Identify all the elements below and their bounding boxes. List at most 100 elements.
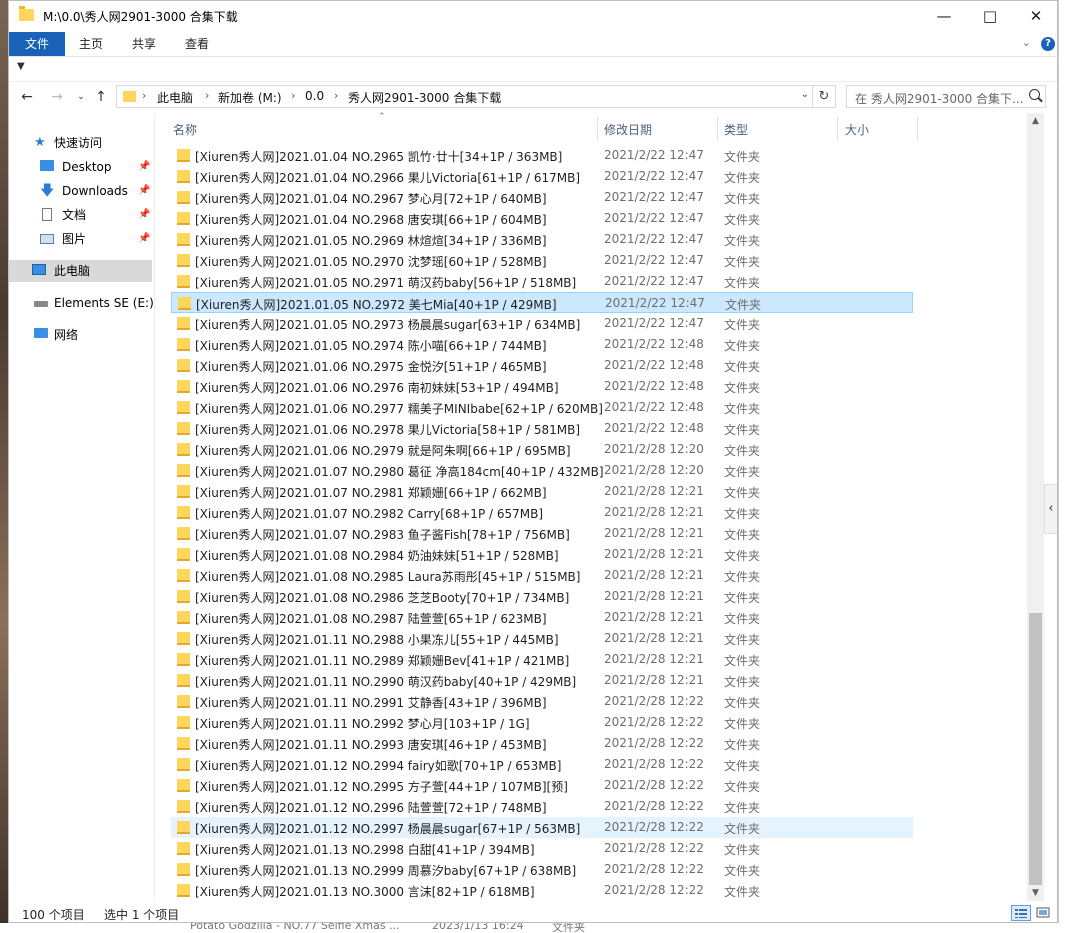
- table-row[interactable]: [Xiuren秀人网]2021.01.05 NO.2972 美七Mia[40+1…: [171, 292, 913, 313]
- table-row[interactable]: [Xiuren秀人网]2021.01.06 NO.2979 就是阿朱啊[66+1…: [171, 439, 913, 460]
- table-row[interactable]: [Xiuren秀人网]2021.01.13 NO.2998 白甜[41+1P /…: [171, 838, 913, 859]
- file-name: [Xiuren秀人网]2021.01.11 NO.2993 唐安琪[46+1P …: [195, 738, 547, 752]
- expand-pane-button[interactable]: ‹: [1044, 484, 1057, 534]
- nav-this-pc[interactable]: 此电脑: [9, 260, 152, 282]
- nav-desktop[interactable]: Desktop 📌: [9, 156, 152, 178]
- table-row[interactable]: [Xiuren秀人网]2021.01.06 NO.2976 南初妹妹[53+1P…: [171, 376, 913, 397]
- nav-network[interactable]: 网络: [9, 324, 152, 346]
- file-type: 文件夹: [724, 150, 761, 164]
- file-date: 2021/2/28 12:22: [604, 736, 704, 750]
- table-row[interactable]: [Xiuren秀人网]2021.01.05 NO.2971 萌汉药baby[56…: [171, 271, 913, 292]
- vertical-scrollbar[interactable]: ▲ ▼: [1027, 113, 1044, 901]
- table-row[interactable]: [Xiuren秀人网]2021.01.04 NO.2967 梦心月[72+1P …: [171, 187, 913, 208]
- maximize-button[interactable]: □: [967, 1, 1013, 32]
- tab-view[interactable]: 查看: [176, 32, 218, 56]
- table-row[interactable]: [Xiuren秀人网]2021.01.11 NO.2988 小果冻儿[55+1P…: [171, 628, 913, 649]
- scrollbar-thumb[interactable]: [1029, 613, 1042, 885]
- folder-icon: [177, 401, 190, 414]
- breadcrumb-drive[interactable]: 新加卷 (M:): [218, 89, 282, 106]
- column-type[interactable]: 类型: [724, 121, 748, 138]
- breadcrumb-this-pc[interactable]: 此电脑: [157, 89, 193, 106]
- table-row[interactable]: [Xiuren秀人网]2021.01.05 NO.2973 杨晨晨sugar[6…: [171, 313, 913, 334]
- help-icon[interactable]: ?: [1041, 37, 1055, 51]
- nav-documents[interactable]: 文档 📌: [9, 204, 152, 226]
- chevron-right-icon[interactable]: ›: [334, 89, 338, 102]
- breadcrumb-current[interactable]: 秀人网2901-3000 合集下载: [348, 89, 501, 106]
- file-date: 2021/2/22 12:47: [604, 211, 704, 225]
- table-row[interactable]: [Xiuren秀人网]2021.01.13 NO.2999 周慕汐baby[67…: [171, 859, 913, 880]
- table-row[interactable]: [Xiuren秀人网]2021.01.04 NO.2968 唐安琪[66+1P …: [171, 208, 913, 229]
- up-button[interactable]: ↑: [91, 86, 111, 108]
- table-row[interactable]: [Xiuren秀人网]2021.01.11 NO.2989 郑颖姗Bev[41+…: [171, 649, 913, 670]
- title-bar[interactable]: M:\0.0\秀人网2901-3000 合集下载 — □ ✕: [9, 1, 1057, 32]
- chevron-down-icon[interactable]: ⌄: [1022, 36, 1031, 49]
- chevron-right-icon[interactable]: ›: [205, 89, 209, 102]
- column-name[interactable]: 名称: [173, 121, 197, 138]
- table-row[interactable]: [Xiuren秀人网]2021.01.07 NO.2983 鱼子酱Fish[78…: [171, 523, 913, 544]
- column-divider[interactable]: [717, 117, 718, 141]
- table-row[interactable]: [Xiuren秀人网]2021.01.05 NO.2974 陈小喵[66+1P …: [171, 334, 913, 355]
- column-size[interactable]: 大小: [845, 121, 869, 138]
- file-date: 2021/2/22 12:47: [605, 296, 705, 310]
- file-date: 2021/2/28 12:21: [604, 568, 704, 582]
- scroll-up-arrow[interactable]: ▲: [1027, 113, 1044, 129]
- table-row[interactable]: [Xiuren秀人网]2021.01.11 NO.2990 萌汉药baby[40…: [171, 670, 913, 691]
- refresh-button[interactable]: ↻: [812, 86, 835, 107]
- file-name: [Xiuren秀人网]2021.01.08 NO.2985 Laura苏雨彤[4…: [195, 570, 581, 584]
- table-row[interactable]: [Xiuren秀人网]2021.01.12 NO.2994 fairy如歌[70…: [171, 754, 913, 775]
- item-count: 100 个项目: [22, 908, 85, 922]
- table-row[interactable]: [Xiuren秀人网]2021.01.07 NO.2981 郑颖姗[66+1P …: [171, 481, 913, 502]
- recent-locations-icon[interactable]: ⌄: [71, 86, 91, 108]
- navigation-pane: ★ 快速访问 Desktop 📌 🡇 Downloads 📌 文档 📌 图片 📌…: [9, 113, 155, 901]
- column-divider[interactable]: [597, 117, 598, 141]
- table-row[interactable]: [Xiuren秀人网]2021.01.11 NO.2992 梦心月[103+1P…: [171, 712, 913, 733]
- table-row[interactable]: [Xiuren秀人网]2021.01.05 NO.2970 沈梦瑶[60+1P …: [171, 250, 913, 271]
- chevron-down-icon[interactable]: ⌄: [801, 89, 809, 100]
- column-date[interactable]: 修改日期: [604, 121, 652, 138]
- folder-icon: [177, 611, 190, 624]
- table-row[interactable]: [Xiuren秀人网]2021.01.06 NO.2978 果儿Victoria…: [171, 418, 913, 439]
- table-row[interactable]: [Xiuren秀人网]2021.01.08 NO.2985 Laura苏雨彤[4…: [171, 565, 913, 586]
- table-row[interactable]: [Xiuren秀人网]2021.01.13 NO.3000 言沫[82+1P /…: [171, 880, 913, 901]
- tab-file[interactable]: 文件: [9, 32, 65, 56]
- chevron-right-icon[interactable]: ›: [291, 89, 295, 102]
- large-icons-view-button[interactable]: [1034, 905, 1054, 921]
- documents-icon: [42, 208, 52, 221]
- search-input[interactable]: 在 秀人网2901-3000 合集下...: [846, 85, 1046, 108]
- table-row[interactable]: [Xiuren秀人网]2021.01.04 NO.2965 凯竹·廿十[34+1…: [171, 145, 913, 166]
- customize-toolbar-icon[interactable]: ▼: [17, 61, 25, 72]
- chevron-right-icon[interactable]: ›: [142, 89, 146, 102]
- table-row[interactable]: [Xiuren秀人网]2021.01.07 NO.2982 Carry[68+1…: [171, 502, 913, 523]
- column-divider[interactable]: [917, 117, 918, 141]
- nav-quick-access[interactable]: ★ 快速访问: [9, 132, 152, 154]
- table-row[interactable]: [Xiuren秀人网]2021.01.08 NO.2984 奶油妹妹[51+1P…: [171, 544, 913, 565]
- table-row[interactable]: [Xiuren秀人网]2021.01.12 NO.2995 方子萱[44+1P …: [171, 775, 913, 796]
- table-row[interactable]: [Xiuren秀人网]2021.01.06 NO.2975 金悦汐[51+1P …: [171, 355, 913, 376]
- address-bar[interactable]: › 此电脑 › 新加卷 (M:) › 0.0 › 秀人网2901-3000 合集…: [116, 85, 836, 108]
- nav-pictures[interactable]: 图片 📌: [9, 228, 152, 250]
- table-row[interactable]: [Xiuren秀人网]2021.01.12 NO.2997 杨晨晨sugar[6…: [171, 817, 913, 838]
- minimize-button[interactable]: —: [921, 1, 967, 32]
- forward-button[interactable]: →: [47, 86, 67, 108]
- back-button[interactable]: ←: [17, 86, 37, 108]
- breadcrumb-folder[interactable]: 0.0: [305, 89, 324, 103]
- table-row[interactable]: [Xiuren秀人网]2021.01.06 NO.2977 糯美子MINIbab…: [171, 397, 913, 418]
- table-row[interactable]: [Xiuren秀人网]2021.01.07 NO.2980 葛征 净高184cm…: [171, 460, 913, 481]
- table-row[interactable]: [Xiuren秀人网]2021.01.04 NO.2966 果儿Victoria…: [171, 166, 913, 187]
- sort-ascending-icon: ⌃: [378, 112, 386, 122]
- table-row[interactable]: [Xiuren秀人网]2021.01.05 NO.2969 林煊煊[34+1P …: [171, 229, 913, 250]
- file-type: 文件夹: [724, 318, 761, 332]
- nav-downloads[interactable]: 🡇 Downloads 📌: [9, 180, 152, 202]
- table-row[interactable]: [Xiuren秀人网]2021.01.08 NO.2986 芝芝Booty[70…: [171, 586, 913, 607]
- tab-share[interactable]: 共享: [123, 32, 165, 56]
- table-row[interactable]: [Xiuren秀人网]2021.01.08 NO.2987 陆萱萱[65+1P …: [171, 607, 913, 628]
- tab-home[interactable]: 主页: [70, 32, 112, 56]
- nav-drive-e[interactable]: Elements SE (E:): [9, 292, 154, 314]
- table-row[interactable]: [Xiuren秀人网]2021.01.11 NO.2991 艾静香[43+1P …: [171, 691, 913, 712]
- details-view-button[interactable]: [1011, 905, 1031, 921]
- table-row[interactable]: [Xiuren秀人网]2021.01.12 NO.2996 陆萱萱[72+1P …: [171, 796, 913, 817]
- table-row[interactable]: [Xiuren秀人网]2021.01.11 NO.2993 唐安琪[46+1P …: [171, 733, 913, 754]
- close-button[interactable]: ✕: [1013, 1, 1057, 32]
- scroll-down-arrow[interactable]: ▼: [1027, 885, 1044, 901]
- column-divider[interactable]: [837, 117, 838, 141]
